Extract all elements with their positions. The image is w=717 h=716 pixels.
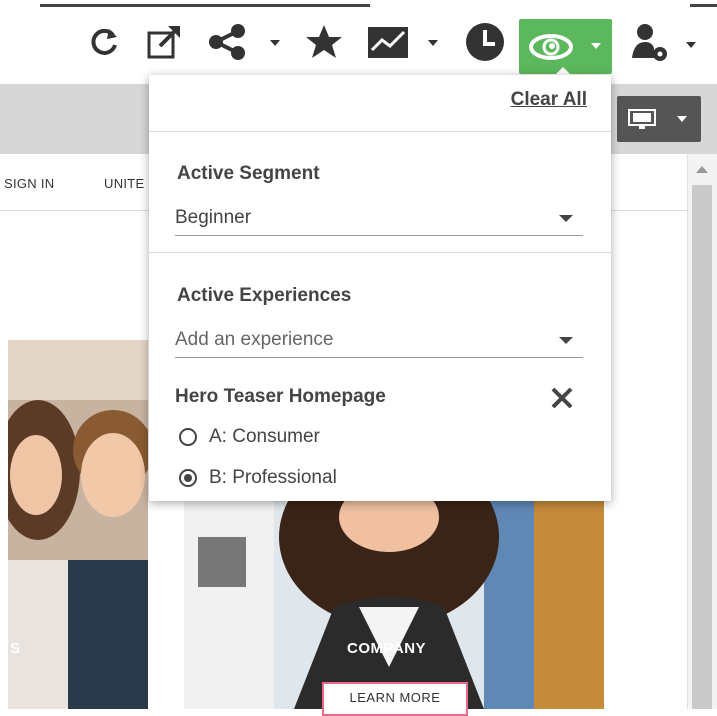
analytics-icon[interactable] xyxy=(364,20,414,64)
experience-select[interactable]: Add an experience xyxy=(175,323,583,358)
open-external-icon[interactable] xyxy=(142,20,186,64)
history-icon[interactable] xyxy=(462,20,508,64)
chevron-down-icon xyxy=(559,337,573,344)
experience-name: Hero Teaser Homepage xyxy=(175,386,386,407)
star-icon[interactable] xyxy=(302,20,346,64)
variant-label: A: Consumer xyxy=(209,426,320,447)
preview-caret-icon xyxy=(591,43,601,49)
variant-label: B: Professional xyxy=(209,467,337,488)
close-icon[interactable] xyxy=(549,385,575,416)
hero-image-company xyxy=(184,497,604,709)
user-settings-icon[interactable] xyxy=(628,20,672,64)
preview-button[interactable] xyxy=(519,19,612,74)
preview-eye-icon xyxy=(527,31,575,68)
panel-divider xyxy=(149,131,611,132)
variant-option[interactable]: B: Professional xyxy=(179,467,337,489)
user-caret-icon[interactable] xyxy=(686,42,696,48)
segment-select[interactable]: Beginner xyxy=(175,201,583,236)
radio-button[interactable] xyxy=(179,428,197,446)
nav-sign-in[interactable]: SIGN IN xyxy=(4,176,55,191)
share-caret-icon[interactable] xyxy=(270,40,280,46)
top-edge-line xyxy=(40,4,370,7)
hero-caption: COMPANY xyxy=(347,640,427,657)
scroll-up-icon[interactable] xyxy=(696,166,708,173)
clear-all-link[interactable]: Clear All xyxy=(511,89,587,111)
personalization-panel: Clear All Active Segment Beginner Active… xyxy=(149,75,611,501)
nav-unite[interactable]: UNITE xyxy=(104,176,145,191)
hero-left-caption: S xyxy=(10,640,21,657)
monitor-icon xyxy=(627,108,657,135)
active-segment-heading: Active Segment xyxy=(177,163,320,184)
variant-option[interactable]: A: Consumer xyxy=(179,426,320,448)
share-icon[interactable] xyxy=(204,20,252,64)
learn-more-button[interactable]: LEARN MORE xyxy=(322,682,468,716)
refresh-icon[interactable] xyxy=(84,20,124,64)
panel-divider xyxy=(149,252,611,253)
segment-select-value: Beginner xyxy=(175,207,252,228)
hero-image-left: S xyxy=(8,340,148,709)
active-experiences-heading: Active Experiences xyxy=(177,285,352,306)
radio-button-selected[interactable] xyxy=(179,469,197,487)
device-preview-button[interactable] xyxy=(617,96,701,142)
analytics-caret-icon[interactable] xyxy=(428,40,438,46)
scrollbar-thumb[interactable] xyxy=(692,185,712,709)
chevron-down-icon xyxy=(559,215,573,222)
device-caret-icon xyxy=(677,116,687,122)
experience-select-placeholder: Add an experience xyxy=(175,329,334,350)
top-edge-line-right xyxy=(690,4,717,7)
